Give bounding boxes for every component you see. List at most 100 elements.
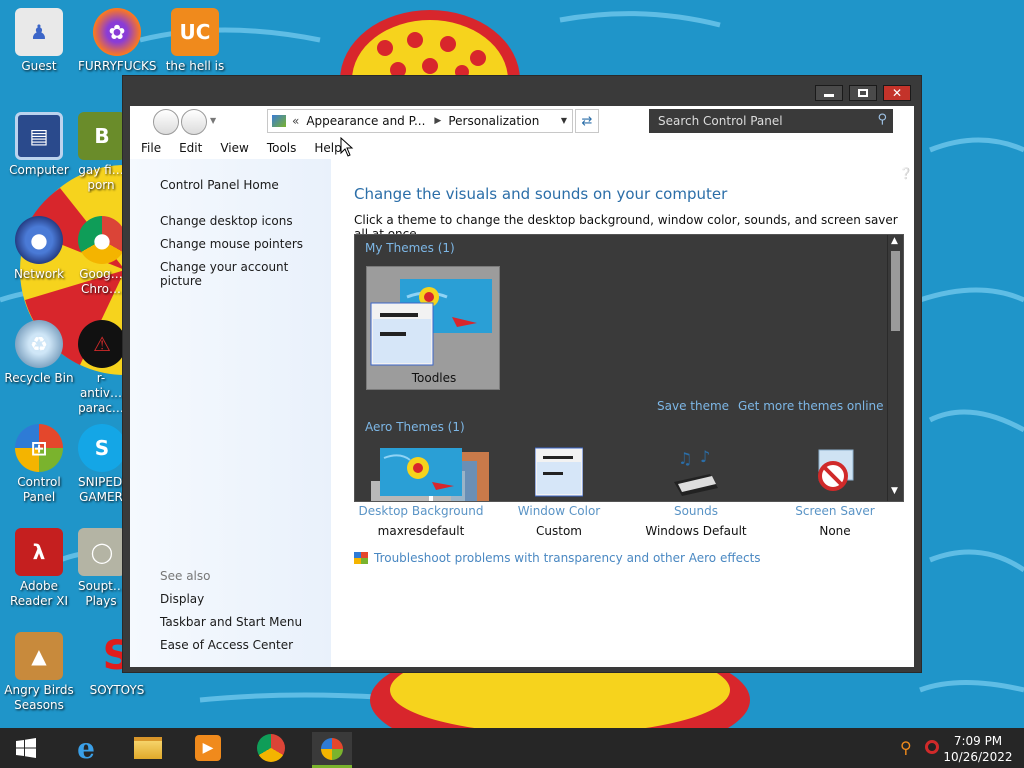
scroll-thumb[interactable] — [891, 251, 900, 331]
breadcrumb-appearance[interactable]: Appearance and P... — [306, 114, 425, 128]
taskbar-clock[interactable]: 7:09 PM 10/26/2022 — [940, 733, 1016, 765]
minimize-button[interactable] — [815, 85, 843, 101]
navigation-bar: ▼ « Appearance and P... ▶ Personalizatio… — [130, 106, 914, 137]
menu-file[interactable]: File — [130, 137, 168, 159]
recent-pages-dropdown-icon[interactable]: ▼ — [210, 116, 216, 125]
sounds-option[interactable]: ♫ ♪ Sounds Windows Default — [631, 444, 761, 538]
taskbar-media-player[interactable]: ▶ — [188, 732, 228, 764]
svg-text:♫: ♫ — [678, 449, 692, 468]
desktop-icon-guest[interactable]: ♟ Guest — [0, 8, 78, 74]
desktop-icon-label: SNIPED! GAMER — [78, 475, 124, 504]
desktop-icon-angry-birds[interactable]: ▲ Angry Birds Seasons — [0, 632, 78, 713]
address-overflow[interactable]: « — [292, 114, 299, 128]
menu-tools[interactable]: Tools — [256, 137, 304, 159]
main-content: ❔ Change the visuals and sounds on your … — [331, 159, 914, 667]
option-label: Window Color — [517, 504, 601, 518]
taskbar-chrome[interactable] — [251, 732, 291, 764]
breadcrumb-separator-icon[interactable]: ▶ — [434, 116, 441, 126]
desktop-icon-recycle-bin[interactable]: ♻ Recycle Bin — [0, 320, 78, 386]
my-themes-header[interactable]: My Themes (1) — [365, 241, 455, 255]
taskbar-start-menu-link[interactable]: Taskbar and Start Menu — [160, 615, 302, 629]
window-titlebar[interactable]: ✕ — [123, 76, 921, 106]
forward-button[interactable] — [181, 109, 207, 135]
window-color-icon — [535, 447, 583, 497]
angry-birds-icon: ▲ — [15, 632, 63, 680]
desktop-icon-antivirus[interactable]: ⚠ r-antiv… parac… — [78, 320, 124, 416]
option-value: Custom — [536, 524, 582, 538]
option-value: Windows Default — [645, 524, 747, 538]
computer-icon: ▤ — [15, 112, 63, 160]
minimize-icon — [824, 94, 834, 97]
maximize-button[interactable] — [849, 85, 877, 101]
recycle-bin-icon: ♻ — [15, 320, 63, 368]
desktop-icon-game[interactable]: B gay fi… porn — [78, 112, 124, 193]
option-label: Sounds — [673, 504, 719, 518]
desktop-icon-label: Computer — [9, 163, 69, 177]
desktop-icon-label: the hell is — [165, 59, 225, 73]
scroll-up-icon[interactable]: ▲ — [891, 236, 898, 246]
change-desktop-icons-link[interactable]: Change desktop icons — [160, 214, 293, 228]
refresh-icon: ⇄ — [581, 113, 593, 129]
troubleshoot-link-text[interactable]: Troubleshoot problems with transparency … — [374, 551, 761, 565]
theme-tile-toodles[interactable]: Toodles — [366, 266, 500, 390]
get-more-themes-link[interactable]: Get more themes online — [738, 399, 884, 413]
save-theme-link[interactable]: Save theme — [657, 399, 729, 413]
window-color-option[interactable]: Window Color Custom — [494, 444, 624, 538]
desktop-icon-souptoys[interactable]: ◯ Soupt… Plays — [78, 528, 124, 609]
desktop-icon-uc-browser[interactable]: UC the hell is — [156, 8, 234, 74]
desktop-background-option[interactable]: Desktop Background maxresdefault — [356, 444, 486, 538]
option-value: None — [819, 524, 851, 538]
taskbar-file-explorer[interactable] — [128, 732, 168, 764]
change-account-picture-link[interactable]: Change your account picture — [160, 260, 331, 288]
desktop-icon-firefox[interactable]: ✿ FURRYFUCKS — [78, 8, 156, 74]
back-button[interactable] — [153, 109, 179, 135]
sounds-icon: ♫ ♪ — [674, 447, 718, 496]
desktop-icon-label: gay fi… porn — [78, 163, 124, 192]
see-also-heading: See also — [160, 569, 211, 583]
start-button[interactable] — [6, 732, 46, 764]
refresh-button[interactable]: ⇄ — [575, 109, 599, 133]
screen-saver-option[interactable]: Screen Saver None — [770, 444, 900, 538]
tray-search-icon[interactable]: ⚲ — [900, 738, 912, 757]
desktop-background-icon — [380, 448, 462, 496]
aero-themes-header[interactable]: Aero Themes (1) — [365, 420, 465, 434]
breadcrumb-personalization[interactable]: Personalization — [448, 114, 539, 128]
troubleshoot-link[interactable]: Troubleshoot problems with transparency … — [354, 551, 761, 565]
desktop-icon-skype[interactable]: S SNIPED! GAMER — [78, 424, 124, 505]
desktop-icon-label: Guest — [21, 59, 57, 73]
menu-edit[interactable]: Edit — [168, 137, 209, 159]
desktop-icon-label: Soupt… Plays — [78, 579, 124, 608]
desktop-icon-label: SOYTOYS — [89, 683, 145, 697]
personalization-window: ✕ ▼ « Appearance and P... ▶ Personalizat… — [122, 75, 922, 673]
clock-time: 7:09 PM — [953, 734, 1003, 748]
souptoys-icon: ◯ — [78, 528, 124, 576]
desktop-icon-computer[interactable]: ▤ Computer — [0, 112, 78, 178]
help-icon[interactable]: ❔ — [899, 167, 913, 180]
skype-icon: S — [78, 424, 124, 472]
desktop-icon-adobe-reader[interactable]: λ Adobe Reader XI — [0, 528, 78, 609]
taskbar-internet-explorer[interactable]: e — [66, 732, 106, 765]
address-dropdown-icon[interactable]: ▼ — [561, 116, 567, 125]
network-globe-icon: ● — [15, 216, 63, 264]
desktop-icon-control-panel[interactable]: ⊞ Control Panel — [0, 424, 78, 505]
address-bar[interactable]: « Appearance and P... ▶ Personalization … — [267, 109, 573, 133]
ease-of-access-link[interactable]: Ease of Access Center — [160, 638, 293, 652]
search-icon[interactable]: ⚲ — [877, 112, 887, 127]
control-panel-home-link[interactable]: Control Panel Home — [160, 178, 279, 192]
windows-shield-icon — [354, 552, 368, 564]
folder-icon — [134, 737, 162, 759]
desktop-icon-chrome[interactable]: ● Goog… Chro… — [78, 216, 124, 297]
change-mouse-pointers-link[interactable]: Change mouse pointers — [160, 237, 303, 251]
close-button[interactable]: ✕ — [883, 85, 911, 101]
theme-preview-image — [370, 279, 492, 366]
desktop-icon-network[interactable]: ● Network — [0, 216, 78, 282]
search-input[interactable]: Search Control Panel — [658, 114, 783, 128]
search-box[interactable]: Search Control Panel ⚲ — [649, 109, 893, 133]
tray-app-icon[interactable] — [925, 740, 939, 754]
screen-saver-icon — [818, 449, 854, 491]
desktop-icon-label: Goog… Chro… — [79, 267, 123, 296]
page-title: Change the visuals and sounds on your co… — [354, 185, 728, 203]
menu-view[interactable]: View — [209, 137, 255, 159]
display-link[interactable]: Display — [160, 592, 204, 606]
taskbar-control-panel[interactable] — [312, 732, 352, 768]
